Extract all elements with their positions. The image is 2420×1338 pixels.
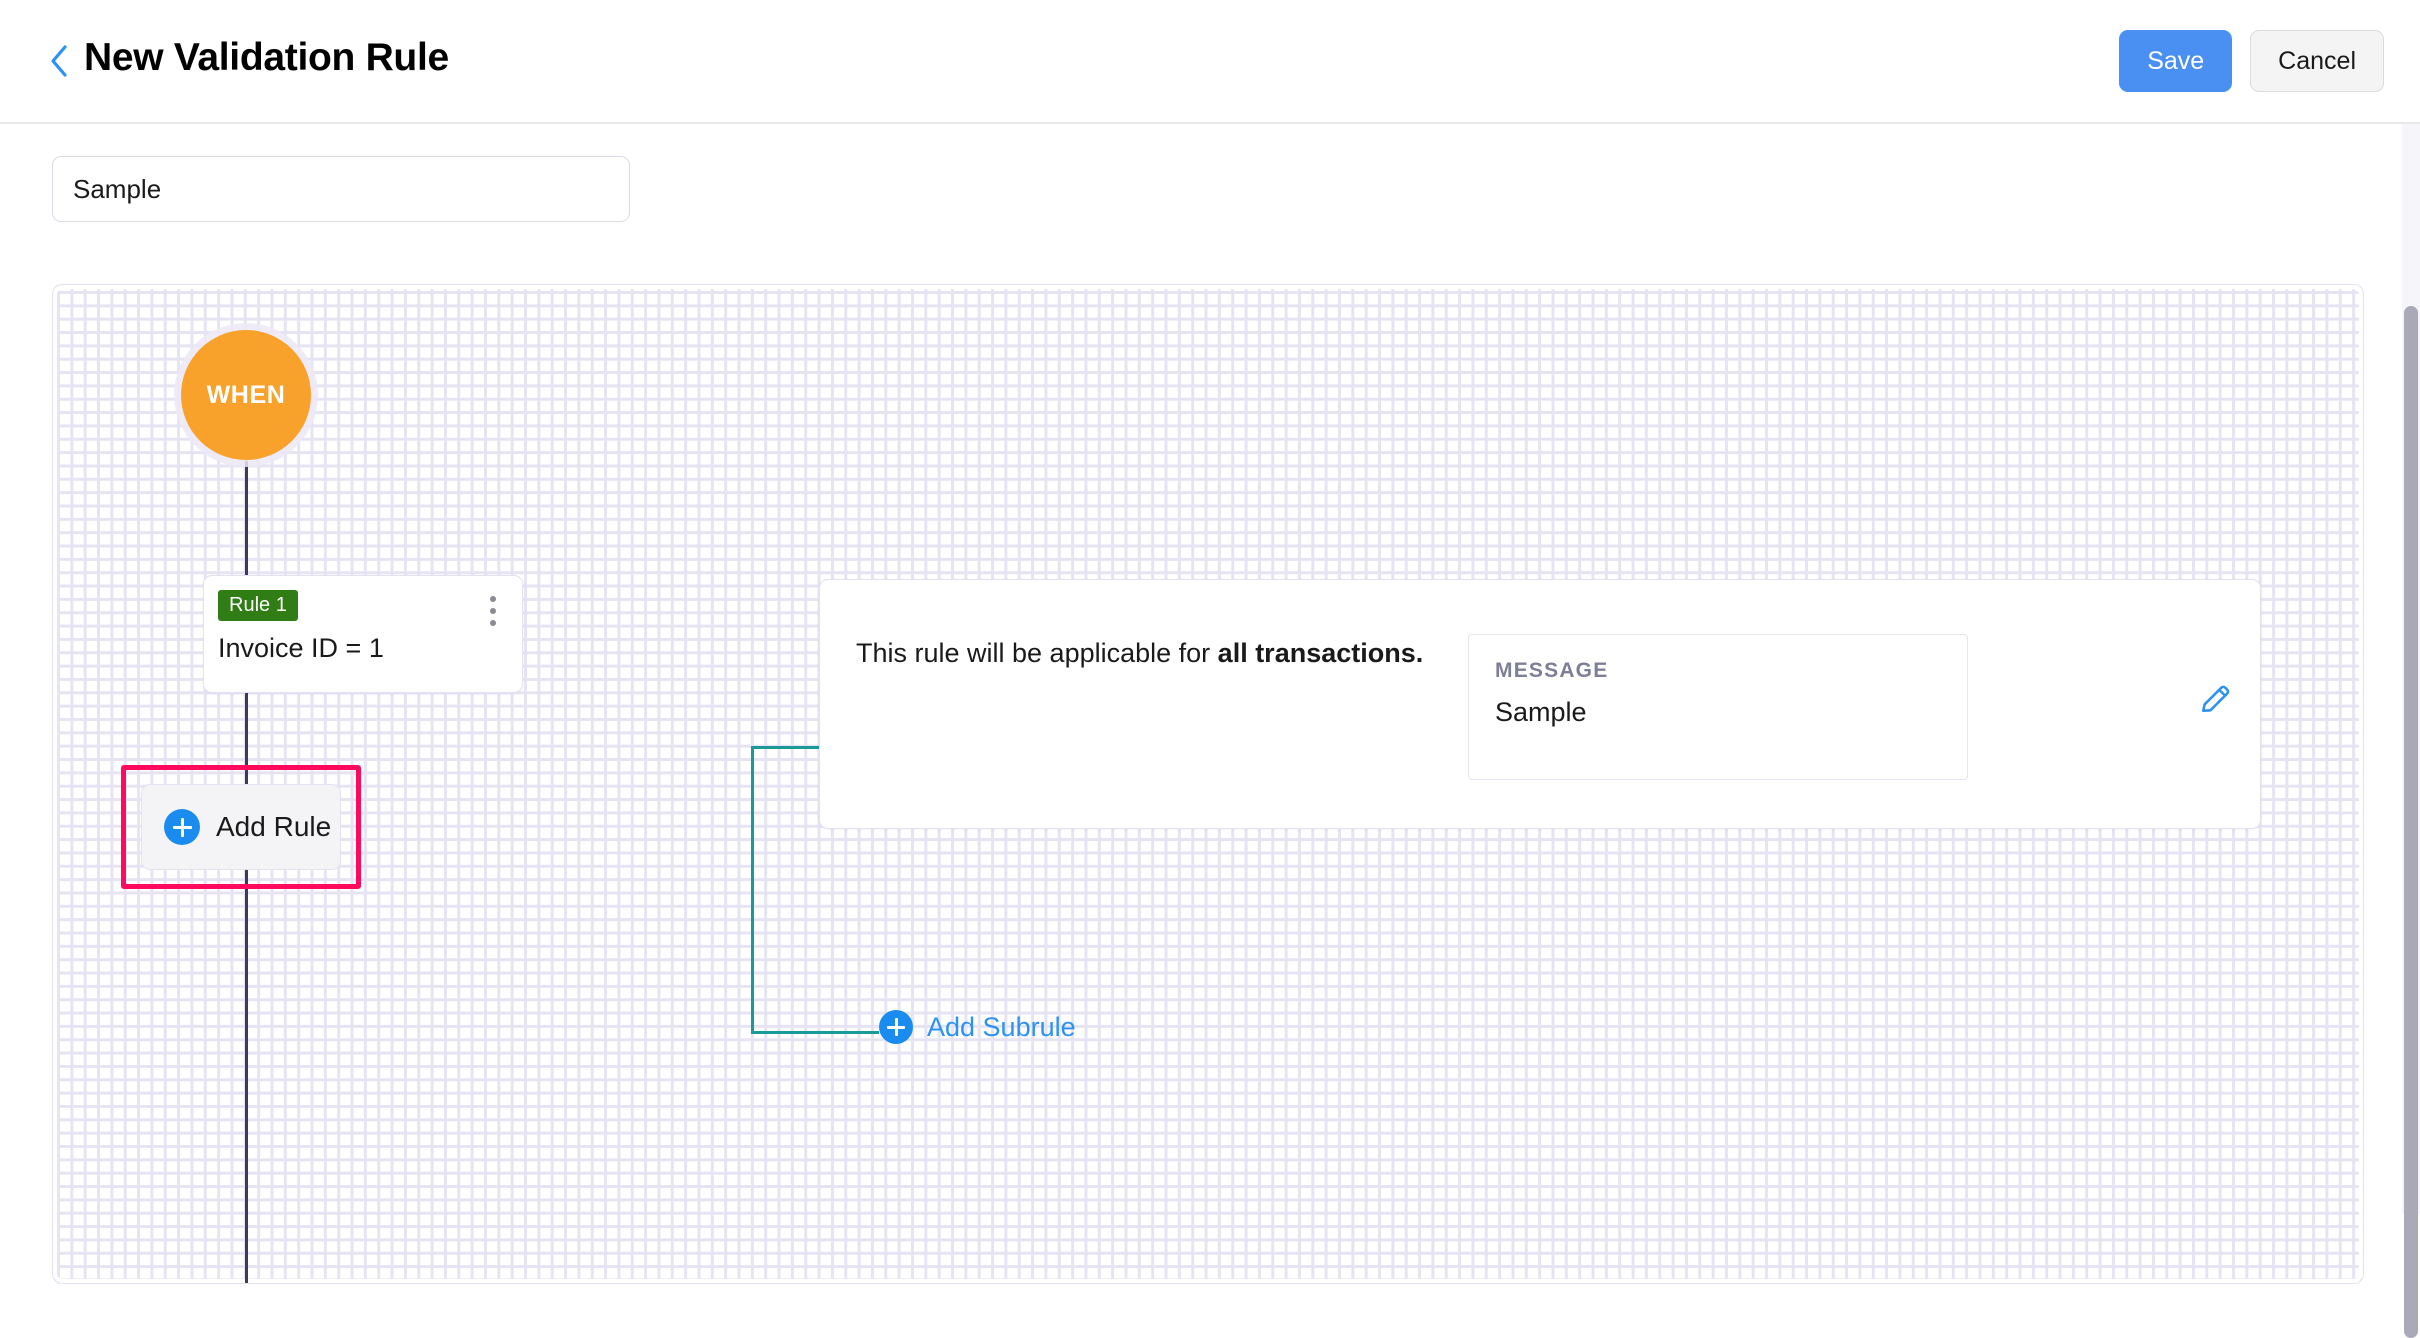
add-subrule-label: Add Subrule: [927, 1011, 1076, 1042]
applicability-text: This rule will be applicable for all tra…: [856, 638, 1423, 669]
add-subrule-button[interactable]: Add Subrule: [879, 1010, 1076, 1044]
page-body: WHEN Rule 1 Invoice ID = 1 This rule wil…: [0, 124, 2420, 1284]
vertical-scrollbar-thumb[interactable]: [2404, 306, 2418, 1338]
back-button[interactable]: [44, 38, 74, 84]
pencil-edit-icon: [2201, 685, 2230, 713]
kebab-dot: [490, 620, 496, 626]
page-title: New Validation Rule: [84, 36, 449, 79]
vertical-scrollbar-track[interactable]: [2402, 124, 2420, 1338]
rule-expression: Invoice ID = 1: [218, 633, 384, 663]
edit-button[interactable]: [2198, 680, 2234, 716]
subrule-connector-bottom: [751, 1031, 879, 1034]
kebab-dot: [490, 596, 496, 602]
add-rule-label: Add Rule: [216, 811, 332, 842]
kebab-menu-icon[interactable]: [482, 594, 504, 628]
rule-info-panel: This rule will be applicable for all tra…: [819, 579, 2261, 829]
applicability-prefix: This rule will be applicable for: [856, 638, 1218, 668]
message-box: MESSAGE Sample: [1468, 634, 1968, 780]
header-actions: Save Cancel: [2119, 30, 2384, 92]
kebab-dot: [490, 608, 496, 614]
applicability-emphasis: all transactions.: [1217, 638, 1424, 668]
when-node[interactable]: WHEN: [181, 330, 311, 460]
plus-circle-icon: [879, 1010, 913, 1044]
subrule-connector-vertical: [751, 746, 754, 1034]
save-button[interactable]: Save: [2119, 30, 2233, 92]
message-value: Sample: [1495, 697, 1587, 727]
cancel-button[interactable]: Cancel: [2250, 30, 2384, 92]
rule-card[interactable]: Rule 1 Invoice ID = 1: [203, 575, 523, 693]
plus-circle-icon: [164, 809, 200, 845]
rule-name-input[interactable]: [52, 156, 630, 222]
rule-badge: Rule 1: [218, 590, 298, 621]
message-label: MESSAGE: [1495, 659, 1609, 682]
app-header: New Validation Rule Save Cancel: [0, 0, 2420, 124]
rule-builder-canvas: WHEN Rule 1 Invoice ID = 1 This rule wil…: [52, 284, 2364, 1284]
chevron-left-icon: [51, 45, 67, 77]
add-rule-button[interactable]: Add Rule: [141, 784, 341, 870]
